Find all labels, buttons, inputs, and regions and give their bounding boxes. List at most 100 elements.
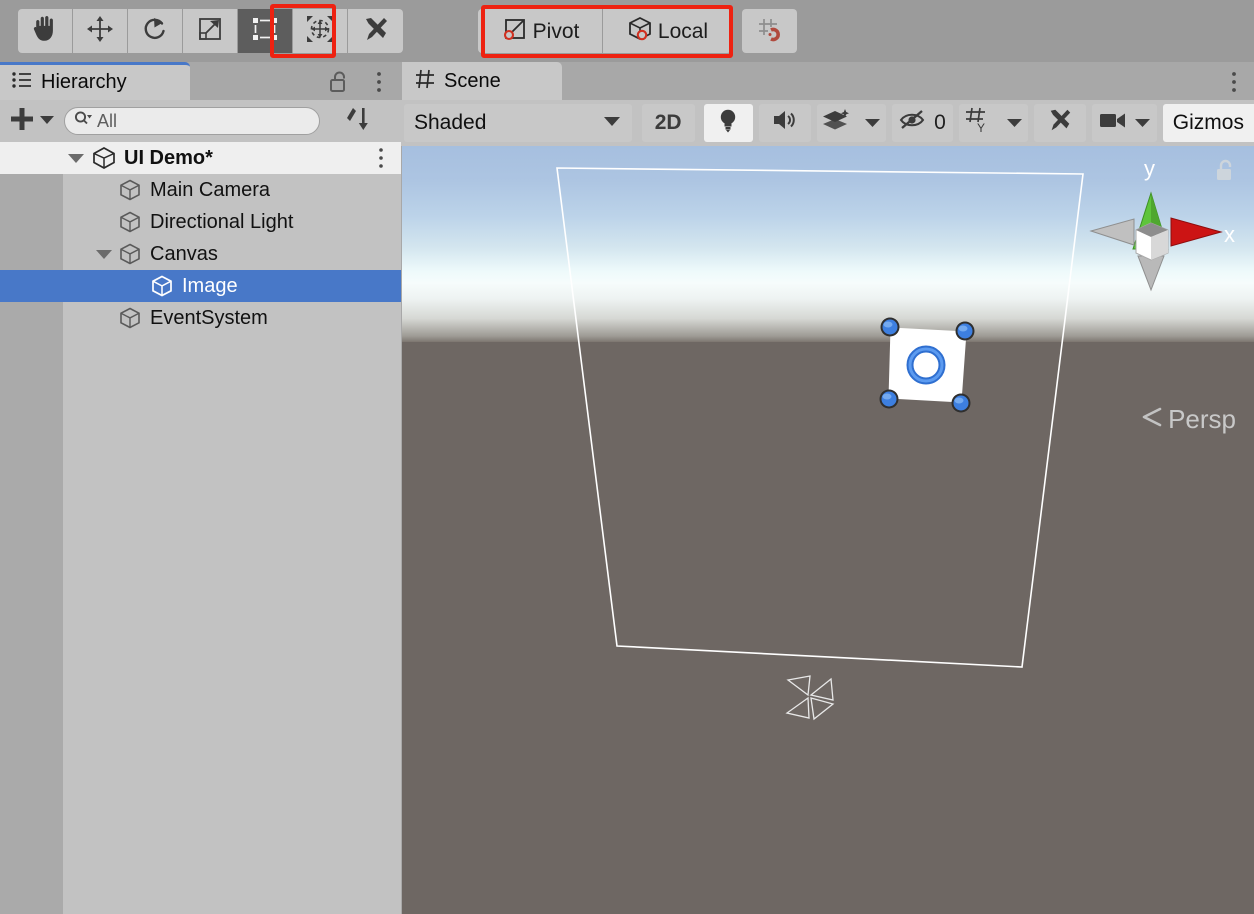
speaker-icon (771, 108, 799, 138)
scale-tool-button[interactable] (183, 9, 238, 53)
kebab-menu-icon[interactable] (377, 146, 385, 175)
custom-editor-tool-button[interactable] (348, 9, 403, 53)
row-gutter (0, 174, 63, 206)
transform-tool-button[interactable] (293, 9, 348, 53)
resize-handle-top-left[interactable] (881, 318, 900, 337)
canvas-rect-outline (557, 168, 1083, 667)
resize-handle-top-right[interactable] (956, 322, 975, 341)
grid-snap-magnet-icon (756, 15, 784, 48)
pivot-rotation-group: Pivot Local (478, 9, 731, 53)
scene-tab-label: Scene (444, 70, 501, 93)
sort-button[interactable] (332, 100, 384, 142)
toggle-2d-button[interactable]: 2D (642, 104, 695, 142)
list-item[interactable]: Canvas (0, 238, 401, 270)
sort-alpha-icon (344, 105, 372, 138)
snap-group (742, 9, 797, 53)
gameobject-cube-icon (150, 274, 174, 298)
rotation-mode-button[interactable]: Local (603, 9, 731, 53)
list-item-label: Canvas (150, 243, 218, 266)
rotate-icon (141, 15, 169, 48)
hierarchy-left-gutter (0, 334, 63, 914)
list-item[interactable]: Main Camera (0, 174, 401, 206)
grid-snap-button[interactable] (742, 9, 797, 53)
hierarchy-scene-root-row[interactable]: UI Demo* (0, 142, 401, 174)
chevron-down-icon (68, 154, 84, 163)
kebab-menu-icon[interactable] (1230, 70, 1238, 99)
plus-icon (9, 106, 35, 137)
scene-view-mode-label: Persp (1168, 404, 1236, 435)
scene-tabbar: Scene (401, 62, 1254, 100)
scene-audio-button[interactable] (759, 104, 810, 142)
wrench-screwdriver-icon (1047, 107, 1073, 139)
search-input[interactable]: All (64, 107, 320, 135)
list-item[interactable]: Image (0, 270, 401, 302)
chevron-left-icon (1140, 404, 1164, 435)
rotation-mode-label: Local (658, 21, 708, 42)
list-item[interactable]: Directional Light (0, 206, 401, 238)
hand-tool-button[interactable] (18, 9, 73, 53)
main-toolbar: Pivot Local (0, 0, 1254, 62)
canvas-expand-arrow[interactable] (96, 250, 112, 259)
chevron-down-icon[interactable] (1007, 112, 1022, 134)
lock-open-icon[interactable] (329, 71, 349, 98)
scene-fx-button[interactable] (817, 104, 886, 142)
chevron-down-icon (96, 250, 112, 259)
hierarchy-panel: Hierarchy (0, 62, 401, 914)
wrench-screwdriver-icon (362, 15, 390, 48)
hand-icon (32, 15, 58, 47)
unity-editor-window: Pivot Local (0, 0, 1254, 914)
scene-gizmo-lock-icon[interactable] (1214, 158, 1236, 187)
chevron-down-icon[interactable] (865, 112, 880, 134)
chevron-down-icon (40, 112, 54, 130)
row-gutter (0, 302, 63, 334)
tab-scene[interactable]: Scene (402, 62, 562, 100)
kebab-menu-icon[interactable] (375, 70, 383, 99)
grid-axis-y-icon: Y (965, 107, 993, 139)
effects-layers-icon (823, 108, 851, 138)
scene-grid-button[interactable]: Y (959, 104, 1028, 142)
hierarchy-tree: Main Camera Directional Light (0, 174, 401, 334)
scene-root-label: UI Demo* (124, 147, 213, 170)
row-gutter (0, 270, 63, 302)
pivot-mode-label: Pivot (533, 21, 580, 42)
scene-lighting-button[interactable] (704, 104, 754, 142)
move-tool-button[interactable] (73, 9, 128, 53)
pivot-mode-button[interactable]: Pivot (478, 9, 603, 53)
chevron-down-icon (604, 114, 620, 132)
hierarchy-toolbar: All (0, 100, 401, 142)
list-item-label: EventSystem (150, 307, 268, 330)
search-icon (73, 110, 93, 133)
gizmos-button[interactable]: Gizmos (1163, 104, 1254, 142)
gameobject-cube-icon (118, 306, 142, 330)
scene-view-mode[interactable]: Persp (1140, 404, 1236, 435)
scene-toolbar: Shaded 2D (401, 100, 1254, 146)
resize-handle-bottom-left[interactable] (880, 390, 899, 409)
row-gutter (0, 238, 63, 270)
scene-root-expand-arrow[interactable] (68, 154, 84, 163)
chevron-down-icon[interactable] (1135, 112, 1150, 134)
scene-camera-button[interactable] (1092, 104, 1157, 142)
anchor-gizmo (787, 676, 833, 719)
svg-text:Y: Y (977, 121, 985, 133)
rect-tool-button[interactable] (238, 9, 293, 53)
row-gutter (0, 206, 63, 238)
eye-slash-icon (899, 109, 929, 137)
local-cube-icon (626, 15, 654, 48)
scene-viewport[interactable]: y x Persp (402, 146, 1254, 914)
lightbulb-icon (716, 107, 740, 139)
component-tools-button[interactable] (1034, 104, 1085, 142)
add-gameobject-button[interactable] (0, 100, 62, 142)
search-placeholder: All (97, 111, 117, 132)
tab-hierarchy[interactable]: Hierarchy (0, 62, 190, 100)
selected-image-rect (889, 328, 966, 402)
scene-visibility-button[interactable]: 0 (892, 104, 953, 142)
camera-icon (1099, 110, 1127, 136)
draw-mode-dropdown[interactable]: Shaded (404, 104, 632, 142)
rotate-tool-button[interactable] (128, 9, 183, 53)
hierarchy-tabbar: Hierarchy (0, 62, 401, 100)
list-item[interactable]: EventSystem (0, 302, 401, 334)
scene-gizmo-overlay: y x (402, 146, 1254, 914)
list-item-label: Image (182, 275, 238, 298)
resize-handle-bottom-right[interactable] (952, 394, 971, 413)
toggle-2d-label: 2D (655, 111, 682, 135)
